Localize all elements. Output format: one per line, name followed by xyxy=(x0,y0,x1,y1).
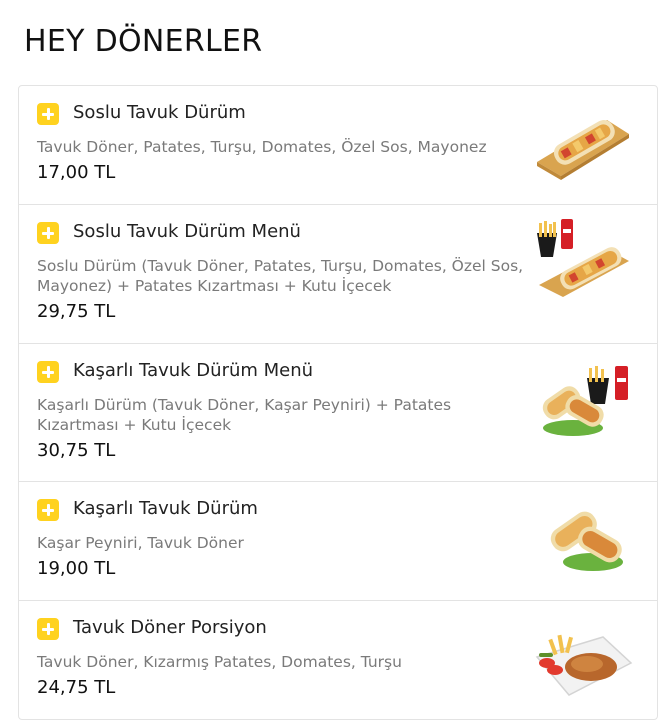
add-icon[interactable] xyxy=(37,222,59,244)
add-icon[interactable] xyxy=(37,103,59,125)
add-icon[interactable] xyxy=(37,499,59,521)
menu-item[interactable]: Kaşarlı Tavuk Dürüm Kaşar Peyniri, Tavuk… xyxy=(19,482,657,601)
item-price: 24,75 TL xyxy=(37,677,116,698)
wrap-menu-with-fries-and-cola-icon xyxy=(537,219,629,297)
menu-page: HEY DÖNERLER Soslu Tavuk Dürüm Tavuk Dön… xyxy=(0,0,660,720)
menu-list: Soslu Tavuk Dürüm Tavuk Döner, Patates, … xyxy=(18,85,658,720)
item-name: Soslu Tavuk Dürüm Menü xyxy=(73,221,301,242)
doner-plate-icon xyxy=(535,634,633,696)
add-icon[interactable] xyxy=(37,618,59,640)
cheese-wrap-menu-icon xyxy=(542,366,628,436)
item-description: Soslu Dürüm (Tavuk Döner, Patates, Turşu… xyxy=(37,257,524,295)
item-name: Soslu Tavuk Dürüm xyxy=(73,102,246,123)
item-description: Tavuk Döner, Patates, Turşu, Domates, Öz… xyxy=(37,138,487,156)
item-name: Tavuk Döner Porsiyon xyxy=(73,617,267,638)
item-description: Tavuk Döner, Kızarmış Patates, Domates, … xyxy=(37,653,402,671)
section-title: HEY DÖNERLER xyxy=(24,24,263,59)
item-price: 17,00 TL xyxy=(37,162,116,183)
menu-item[interactable]: Soslu Tavuk Dürüm Tavuk Döner, Patates, … xyxy=(19,86,657,205)
item-price: 29,75 TL xyxy=(37,301,116,322)
item-description: Kaşarlı Dürüm (Tavuk Döner, Kaşar Peynir… xyxy=(37,396,452,434)
item-price: 19,00 TL xyxy=(37,558,116,579)
menu-item[interactable]: Soslu Tavuk Dürüm Menü Soslu Dürüm (Tavu… xyxy=(19,205,657,344)
menu-item[interactable]: Tavuk Döner Porsiyon Tavuk Döner, Kızarm… xyxy=(19,601,657,719)
menu-item[interactable]: Kaşarlı Tavuk Dürüm Menü Kaşarlı Dürüm (… xyxy=(19,344,657,482)
cheese-wrap-icon xyxy=(550,511,623,571)
item-price: 30,75 TL xyxy=(37,440,116,461)
wrap-on-board-icon xyxy=(537,120,629,180)
item-description: Kaşar Peyniri, Tavuk Döner xyxy=(37,534,244,552)
item-name: Kaşarlı Tavuk Dürüm Menü xyxy=(73,360,314,381)
item-name: Kaşarlı Tavuk Dürüm xyxy=(73,498,258,519)
add-icon[interactable] xyxy=(37,361,59,383)
